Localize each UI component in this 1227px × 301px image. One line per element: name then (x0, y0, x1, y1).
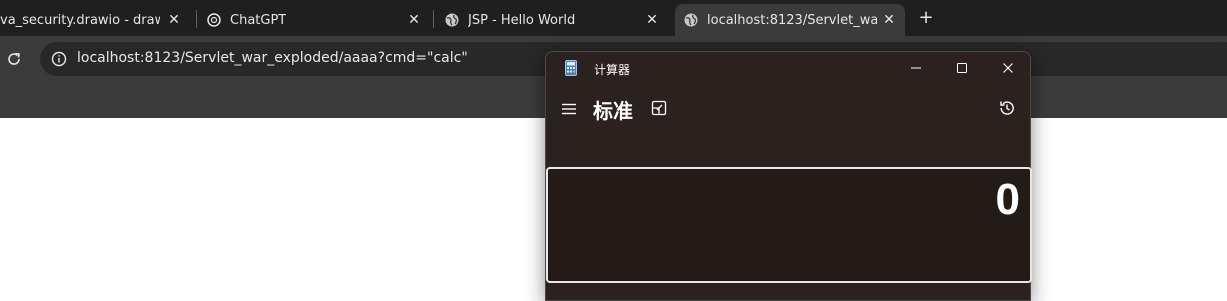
close-icon[interactable]: ✕ (164, 10, 184, 30)
close-button[interactable] (985, 52, 1031, 84)
close-icon[interactable]: ✕ (642, 10, 662, 30)
tab-localhost[interactable]: localhost:8123/Servlet_war_e ✕ (675, 4, 905, 36)
calculator-display: 0 (546, 167, 1032, 283)
minimize-button[interactable] (893, 52, 939, 84)
display-value: 0 (995, 175, 1020, 224)
tab-strip: va_security.drawio - draw.ic ✕ ChatGPT ✕… (0, 0, 1227, 36)
tab-title: va_security.drawio - draw.ic (0, 12, 160, 28)
window-title: 计算器 (594, 63, 631, 77)
tab-title: localhost:8123/Servlet_war_e (707, 12, 877, 28)
maximize-button[interactable] (939, 52, 985, 84)
close-icon[interactable]: ✕ (879, 10, 899, 30)
calculator-window: 计算器 标准 0 (545, 51, 1032, 301)
reload-icon[interactable] (4, 49, 24, 69)
tab-chatgpt[interactable]: ChatGPT ✕ (198, 4, 430, 36)
globe-icon (444, 12, 460, 28)
new-tab-button[interactable]: + (915, 6, 937, 28)
tab-divider (433, 10, 434, 28)
maximize-icon (957, 63, 967, 73)
history-icon[interactable] (998, 99, 1016, 117)
close-icon[interactable]: ✕ (404, 10, 424, 30)
info-icon[interactable] (50, 50, 68, 68)
globe-icon (683, 12, 699, 28)
calculator-titlebar[interactable]: 计算器 (546, 52, 1030, 84)
tab-drawio[interactable]: va_security.drawio - draw.ic ✕ (0, 4, 190, 36)
tab-title: ChatGPT (230, 12, 287, 28)
tab-title: JSP - Hello World (468, 12, 576, 28)
url-text[interactable]: localhost:8123/Servlet_war_exploded/aaaa… (77, 50, 468, 66)
close-icon (1003, 63, 1013, 73)
minimize-icon (911, 67, 921, 69)
keep-on-top-icon[interactable] (650, 99, 668, 117)
calculator-app-icon (565, 60, 577, 76)
mode-title: 标准 (593, 99, 633, 123)
tab-divider (196, 10, 197, 28)
hamburger-menu-icon[interactable] (560, 100, 578, 118)
calculator-header: 标准 (546, 92, 1030, 126)
chatgpt-icon (206, 12, 222, 28)
tab-jsp-hello-world[interactable]: JSP - Hello World ✕ (436, 4, 668, 36)
